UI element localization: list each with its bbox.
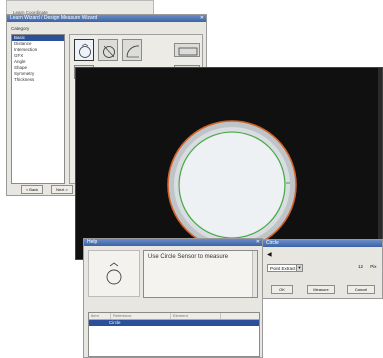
list-header: Item Reference Element: [89, 313, 259, 320]
element-list[interactable]: Item Reference Element Circle: [88, 312, 260, 357]
dialog-title: Circle: [266, 240, 279, 246]
wizard-title: Learn Wizard / Design Measure Wizard: [10, 15, 98, 21]
list-item[interactable]: Circle: [89, 320, 259, 326]
chevron-down-icon[interactable]: ▼: [296, 265, 302, 271]
close-icon[interactable]: ✕: [256, 239, 260, 246]
list-header-item[interactable]: Item: [89, 313, 111, 319]
help-title: Help: [87, 239, 98, 245]
category-list[interactable]: Basic Distance Intersection GFX Angle Sh…: [11, 34, 65, 184]
camera-image-window: [75, 67, 383, 260]
measure-button[interactable]: Measure: [307, 285, 335, 294]
arc-icon: [126, 45, 140, 58]
circle-sensor-icon: [79, 43, 91, 58]
cancel-button[interactable]: Cancel: [347, 285, 375, 294]
help-scrollbar[interactable]: [252, 251, 257, 297]
help-titlebar[interactable]: Help ✕: [84, 239, 262, 246]
dialog-titlebar[interactable]: Circle: [263, 240, 382, 247]
value-text: 12: [358, 264, 364, 269]
mode-select[interactable]: Point Extract ▼: [267, 264, 303, 272]
list-header-element[interactable]: Element: [171, 313, 221, 319]
unit-text: Pix: [370, 264, 377, 269]
circle-fit-tool-button[interactable]: [98, 39, 118, 61]
ok-button[interactable]: OK: [271, 285, 293, 294]
category-label: Category: [11, 26, 30, 31]
wizard-titlebar[interactable]: Learn Wizard / Design Measure Wizard ✕: [7, 15, 206, 22]
help-window: Help ✕ Use Circle Sensor to measure Item…: [83, 238, 263, 358]
circle-sensor-icon: [106, 262, 122, 285]
back-button[interactable]: < Back: [21, 185, 43, 194]
learn-coordinate-window: Learn Coordinate: [6, 0, 154, 15]
help-icon-box: [88, 250, 140, 297]
pointer-icon: ◀: [267, 252, 272, 258]
circle-fit-icon: [103, 45, 115, 58]
vertical-scrollbar[interactable]: [378, 68, 382, 259]
value-field[interactable]: 12 Pix: [358, 264, 377, 269]
mode-select-value: Point Extract: [270, 266, 296, 271]
list-header-reference[interactable]: Reference: [111, 313, 171, 319]
next-button[interactable]: Next >: [51, 185, 73, 194]
category-item[interactable]: Thickness: [12, 77, 64, 83]
help-text: Use Circle Sensor to measure: [148, 254, 229, 260]
arc-tool-button[interactable]: [122, 39, 142, 61]
rectangle-icon: [178, 47, 198, 56]
close-icon[interactable]: ✕: [200, 15, 204, 22]
part-face: [180, 133, 284, 237]
rect-tool-button[interactable]: [174, 43, 200, 57]
circle-tool-button[interactable]: [74, 39, 94, 61]
circle-dialog: Circle ◀ Point Extract ▼ 12 Pix OK Measu…: [262, 239, 383, 299]
help-text-box: Use Circle Sensor to measure: [143, 250, 258, 298]
camera-image[interactable]: [76, 68, 380, 259]
